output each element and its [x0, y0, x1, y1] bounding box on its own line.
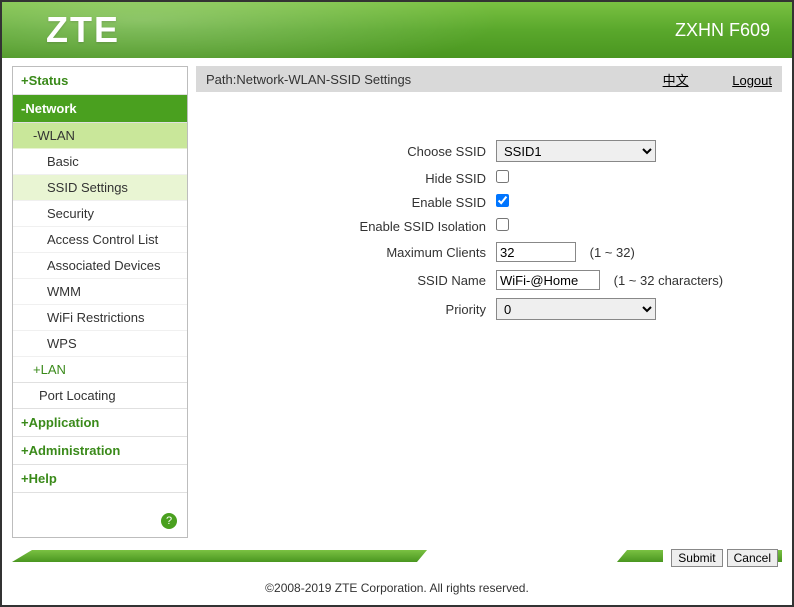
choose-ssid-select[interactable]: SSID1 [496, 140, 656, 162]
sidebar-item-help[interactable]: +Help [13, 465, 187, 493]
label-hide-ssid: Hide SSID [216, 171, 496, 186]
language-link[interactable]: 中文 [663, 73, 689, 88]
hint-max-clients: (1 ~ 32) [590, 245, 635, 260]
hide-ssid-checkbox[interactable] [496, 170, 509, 183]
sidebar-item-wmm[interactable]: WMM [13, 279, 187, 305]
model-label: ZXHN F609 [675, 20, 770, 41]
sidebar-item-application[interactable]: +Application [13, 409, 187, 437]
sidebar-item-network[interactable]: -Network [13, 95, 187, 123]
sidebar-item-acl[interactable]: Access Control List [13, 227, 187, 253]
brand-logo: ZTE [46, 9, 120, 51]
help-icon[interactable]: ? [161, 513, 177, 529]
label-ssid-name: SSID Name [216, 273, 496, 288]
main-panel: Path:Network-WLAN-SSID Settings 中文 Logou… [196, 66, 782, 538]
sidebar-item-lan[interactable]: +LAN [13, 357, 187, 383]
sidebar-item-status[interactable]: +Status [13, 67, 187, 95]
sidebar-item-administration[interactable]: +Administration [13, 437, 187, 465]
label-max-clients: Maximum Clients [216, 245, 496, 260]
max-clients-input[interactable] [496, 242, 576, 262]
path-bar: Path:Network-WLAN-SSID Settings 中文 Logou… [196, 66, 782, 92]
label-ssid-isolation: Enable SSID Isolation [216, 219, 496, 234]
label-enable-ssid: Enable SSID [216, 195, 496, 210]
ssid-name-input[interactable] [496, 270, 600, 290]
ssid-isolation-checkbox[interactable] [496, 218, 509, 231]
sidebar-item-ssid-settings[interactable]: SSID Settings [13, 175, 187, 201]
enable-ssid-checkbox[interactable] [496, 194, 509, 207]
footer-copyright: ©2008-2019 ZTE Corporation. All rights r… [2, 581, 792, 595]
form-area: Choose SSID SSID1 Hide SSID Enable SSID [196, 92, 782, 538]
header: ZTE ZXHN F609 [2, 2, 792, 58]
sidebar-item-wifi-restrictions[interactable]: WiFi Restrictions [13, 305, 187, 331]
hint-ssid-name: (1 ~ 32 characters) [614, 273, 723, 288]
logout-link[interactable]: Logout [732, 73, 772, 88]
sidebar: +Status -Network -WLAN Basic SSID Settin… [12, 66, 188, 538]
sidebar-item-port-locating[interactable]: Port Locating [13, 383, 187, 409]
sidebar-item-wlan[interactable]: -WLAN [13, 123, 187, 149]
sidebar-item-basic[interactable]: Basic [13, 149, 187, 175]
priority-select[interactable]: 0 [496, 298, 656, 320]
label-choose-ssid: Choose SSID [216, 144, 496, 159]
sidebar-item-wps[interactable]: WPS [13, 331, 187, 357]
sidebar-item-security[interactable]: Security [13, 201, 187, 227]
cancel-button[interactable]: Cancel [727, 549, 778, 567]
breadcrumb: Path:Network-WLAN-SSID Settings [206, 72, 411, 87]
submit-button[interactable]: Submit [671, 549, 722, 567]
label-priority: Priority [216, 302, 496, 317]
sidebar-item-associated-devices[interactable]: Associated Devices [13, 253, 187, 279]
